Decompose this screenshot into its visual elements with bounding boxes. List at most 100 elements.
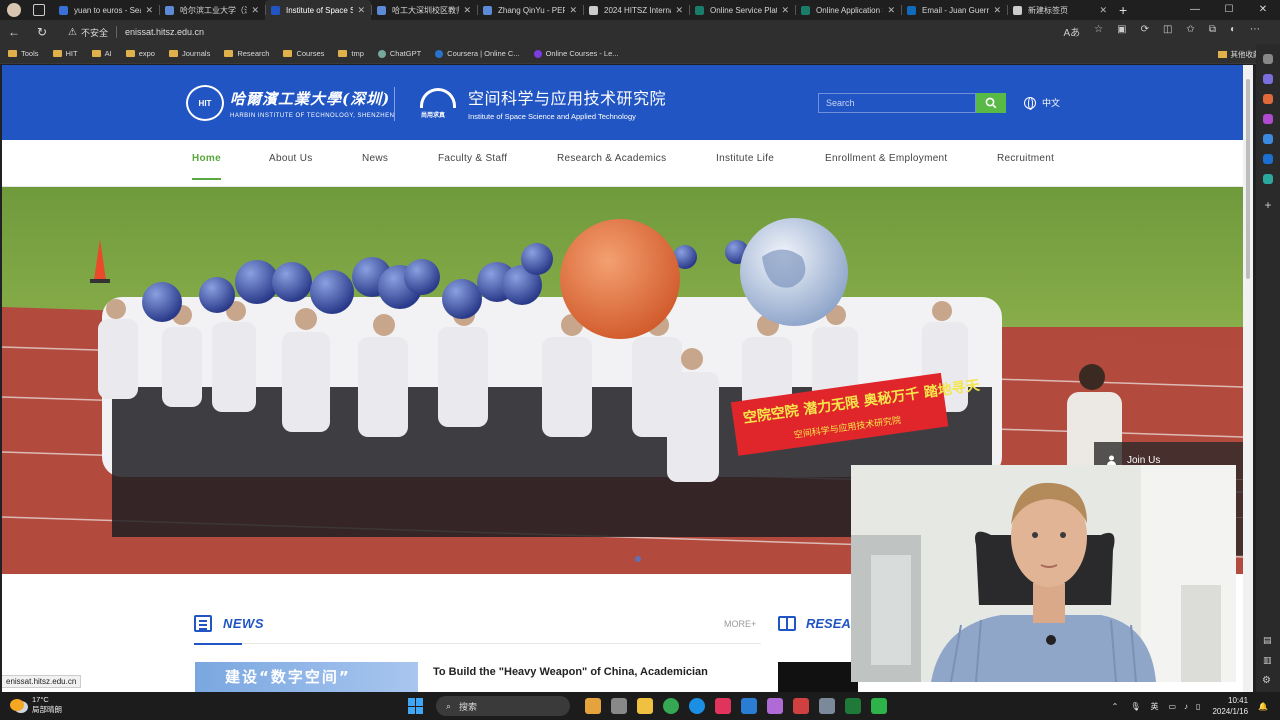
shopping-icon[interactable] <box>1263 94 1273 104</box>
taskbar-app-icon[interactable] <box>637 698 653 714</box>
browser-tab[interactable]: yuan to euros - Search ✕ <box>53 0 159 20</box>
nav-item-research-academics[interactable]: Research & Academics <box>557 140 666 187</box>
favorites-icon[interactable]: ✩ <box>1186 24 1194 39</box>
close-tab-icon[interactable]: ✕ <box>357 5 365 16</box>
institute-logo[interactable]: 尚用求真 空间科学与应用技术研究院 Institute of Space Sci… <box>418 85 666 121</box>
profile-avatar[interactable] <box>7 3 21 17</box>
screenshot-icon[interactable]: ▤ <box>1263 635 1272 646</box>
search-button[interactable] <box>976 93 1006 113</box>
taskbar-app-icon[interactable] <box>819 698 835 714</box>
taskbar-app-icon[interactable] <box>871 698 887 714</box>
refresh-icon[interactable]: ↻ <box>28 25 56 39</box>
battery-icon[interactable]: ▯ <box>1196 702 1200 711</box>
hit-logo[interactable]: HIT 哈爾濱工業大學(深圳) HARBIN INSTITUTE OF TECH… <box>186 85 394 121</box>
taskbar-app-icon[interactable] <box>767 698 783 714</box>
taskbar-app-icon[interactable] <box>793 698 809 714</box>
nav-item-home[interactable]: Home <box>192 140 221 187</box>
taskbar-app-icon[interactable] <box>611 698 627 714</box>
browser-tab[interactable]: Email - Juan Guerra ✕ <box>901 0 1007 20</box>
nav-item-recruitment[interactable]: Recruitment <box>997 140 1054 187</box>
browser-tab[interactable]: 2024 HITSZ International ✕ <box>583 0 689 20</box>
nav-item-news[interactable]: News <box>362 140 388 187</box>
taskbar-app-icon[interactable] <box>845 698 861 714</box>
settings-gear-icon[interactable]: ⚙ <box>1262 675 1271 686</box>
nav-item-enrollment-employment[interactable]: Enrollment & Employment <box>825 140 948 187</box>
taskbar-app-icon[interactable] <box>715 698 731 714</box>
bookmark-item[interactable]: ChatGPT <box>377 49 421 58</box>
taskbar-app-icon[interactable] <box>741 698 757 714</box>
tray-overflow-icon[interactable]: ⌃ <box>1112 702 1119 711</box>
search-icon[interactable] <box>1263 54 1273 64</box>
start-button[interactable] <box>408 698 424 714</box>
maximize-button[interactable]: ☐ <box>1212 0 1246 20</box>
nav-item-faculty-staff[interactable]: Faculty & Staff <box>438 140 507 187</box>
search-input[interactable] <box>818 93 976 113</box>
sync-icon[interactable]: ⟳ <box>1141 24 1149 39</box>
browser-tab[interactable]: Zhang QinYu - PERSONAL✕ <box>477 0 583 20</box>
copilot-icon[interactable]: ◐ <box>1230 24 1236 39</box>
bookmark-item[interactable]: Courses <box>283 49 324 58</box>
browser-tab[interactable]: 新建标签页 ✕ <box>1007 0 1113 20</box>
volume-icon[interactable]: ♪ <box>1184 702 1188 711</box>
outlook-icon[interactable] <box>1263 154 1273 164</box>
collections-icon[interactable]: ⧉ <box>1209 24 1216 39</box>
bookmark-item[interactable]: AI <box>91 49 112 58</box>
close-tab-icon[interactable]: ✕ <box>251 5 259 16</box>
language-switch[interactable]: 中文 <box>1024 96 1060 110</box>
new-tab-button[interactable]: + <box>1119 2 1127 18</box>
news-more-link[interactable]: MORE+ <box>724 619 756 629</box>
close-window-button[interactable]: ✕ <box>1246 0 1280 20</box>
bookmark-item[interactable]: Online Courses - Le... <box>533 49 619 58</box>
games-icon[interactable] <box>1263 114 1273 124</box>
bookmark-item[interactable]: Tools <box>8 49 39 58</box>
microphone-icon[interactable]: 🎙 <box>1130 702 1140 711</box>
bookmark-item[interactable]: expo <box>125 49 155 58</box>
browser-tab[interactable]: 哈尔滨工业大学（深圳） ✕ <box>159 0 265 20</box>
clock[interactable]: 10:41 2024/1/16 <box>1212 695 1248 717</box>
tab-actions-icon[interactable] <box>33 4 45 16</box>
taskbar-app-icon[interactable] <box>585 698 601 714</box>
notification-bell-icon[interactable]: 🔔 <box>1258 702 1268 711</box>
more-menu-icon[interactable]: ⋯ <box>1250 24 1260 39</box>
news-thumbnail[interactable]: 建设“数字空间” <box>195 662 418 692</box>
close-tab-icon[interactable]: ✕ <box>675 5 683 16</box>
weather-widget[interactable]: 17°C 局部晴朗 <box>10 695 62 715</box>
favorite-star-icon[interactable]: ☆ <box>1094 24 1103 39</box>
minimize-button[interactable]: — <box>1178 0 1212 20</box>
bookmark-item[interactable]: Journals <box>168 49 210 58</box>
sidebar-toggle-icon[interactable]: ▥ <box>1263 655 1272 666</box>
add-sidebar-app-icon[interactable]: + <box>1256 198 1280 212</box>
read-aloud-icon[interactable]: Aあ <box>1063 24 1080 39</box>
research-thumbnail[interactable] <box>778 662 858 692</box>
close-tab-icon[interactable]: ✕ <box>145 5 153 16</box>
browser-tab[interactable]: Institute of Space Science✕ <box>265 0 371 20</box>
back-icon[interactable]: ← <box>0 25 28 39</box>
taskbar-app-icon[interactable] <box>689 698 705 714</box>
send-icon[interactable] <box>1263 174 1273 184</box>
url-box[interactable]: ⚠ 不安全 enissat.hitsz.edu.cn <box>62 22 1062 42</box>
scrollbar-thumb[interactable] <box>1246 79 1250 279</box>
extension-icon[interactable]: ▣ <box>1117 24 1126 39</box>
taskbar-app-icon[interactable] <box>663 698 679 714</box>
close-tab-icon[interactable]: ✕ <box>463 5 471 16</box>
tools-icon[interactable] <box>1263 74 1273 84</box>
bookmark-item[interactable]: Research <box>224 49 269 58</box>
ime-indicator[interactable]: 英 <box>1150 701 1158 712</box>
close-tab-icon[interactable]: ✕ <box>569 5 577 16</box>
nav-item-institute-life[interactable]: Institute Life <box>716 140 774 187</box>
page-scrollbar[interactable] <box>1243 65 1253 692</box>
close-tab-icon[interactable]: ✕ <box>993 5 1001 16</box>
browser-tab[interactable]: 哈工大深圳校区教师 ✕ <box>371 0 477 20</box>
browser-tab[interactable]: Online Service Platform✕ <box>689 0 795 20</box>
nav-item-about-us[interactable]: About Us <box>269 140 313 187</box>
close-tab-icon[interactable]: ✕ <box>887 5 895 16</box>
taskbar-search[interactable]: ⌕ 搜索 <box>436 696 570 716</box>
close-tab-icon[interactable]: ✕ <box>781 5 789 16</box>
news-headline-link[interactable]: To Build the "Heavy Weapon" of China, Ac… <box>433 666 708 678</box>
bookmark-item[interactable]: tmp <box>338 49 364 58</box>
network-icon[interactable]: ▭ <box>1168 702 1176 711</box>
split-screen-icon[interactable]: ◫ <box>1163 24 1172 39</box>
browser-tab[interactable]: Online Application System ✕ <box>795 0 901 20</box>
bookmark-item[interactable]: HIT <box>52 49 78 58</box>
copilot-icon[interactable] <box>1263 134 1273 144</box>
